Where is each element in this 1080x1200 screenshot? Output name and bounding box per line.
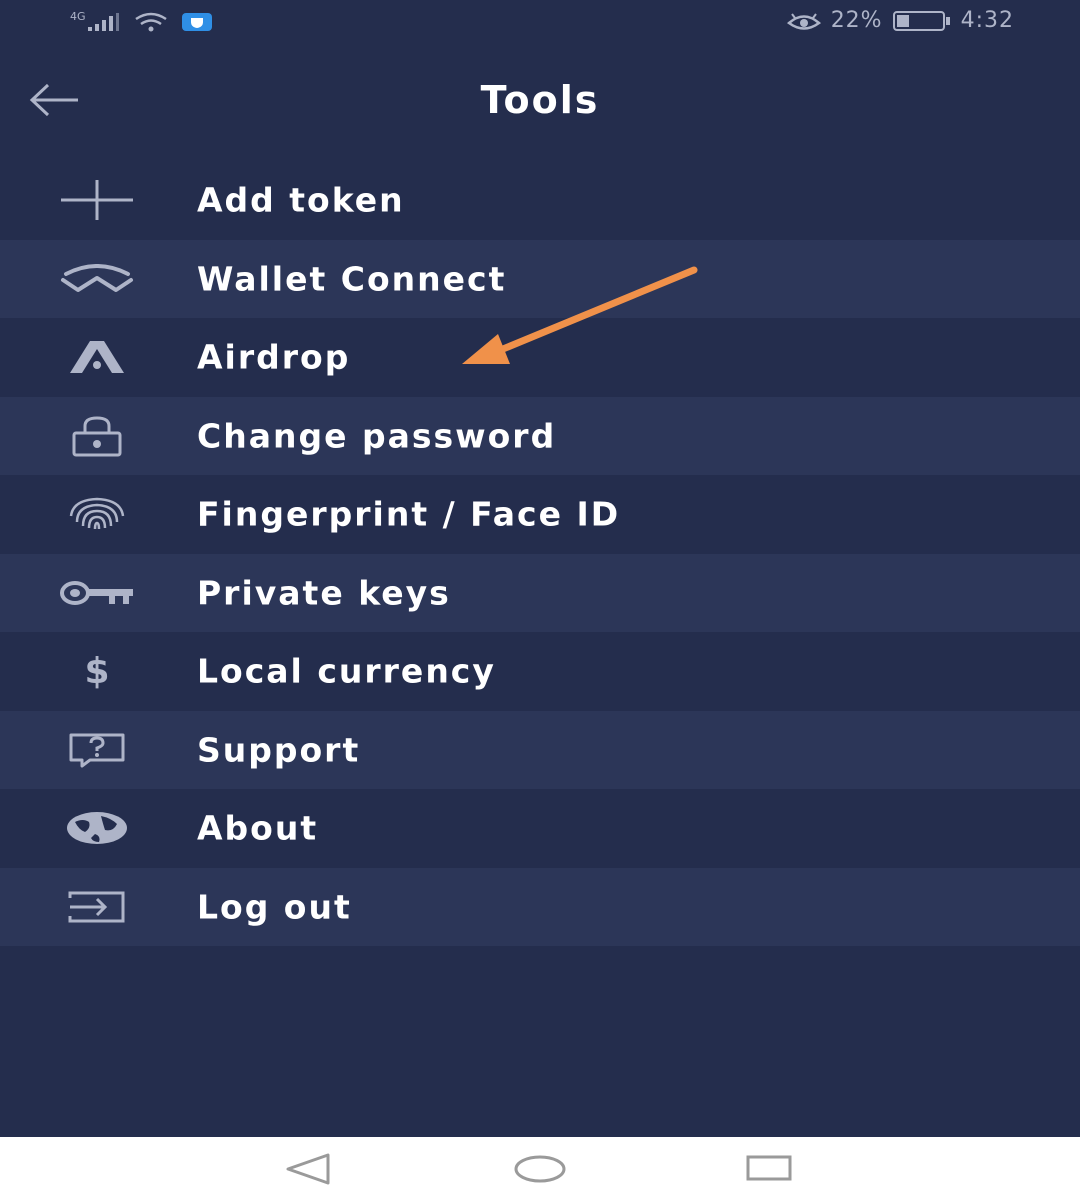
menu-item-wallet-connect[interactable]: Wallet Connect xyxy=(0,239,1080,318)
menu-item-label: Support xyxy=(197,730,361,770)
menu-item-support[interactable]: Support xyxy=(0,710,1080,789)
menu-item-label: Change password xyxy=(197,416,557,456)
menu-item-label: Local currency xyxy=(197,651,496,691)
globe-icon xyxy=(67,812,127,845)
nav-recents-button[interactable] xyxy=(740,1149,800,1189)
eye-comfort-icon xyxy=(786,12,821,30)
page-title: Tools xyxy=(480,78,600,122)
key-icon xyxy=(60,580,133,605)
top-app-bar: Tools xyxy=(0,60,1080,150)
triangle-back-icon xyxy=(286,1153,330,1185)
menu-item-local-currency[interactable]: $ Local currency xyxy=(0,632,1080,711)
circle-home-icon xyxy=(514,1155,566,1183)
tools-menu: Add token Wallet Connect Airdrop Change … xyxy=(0,161,1080,946)
signal-icon xyxy=(87,13,119,31)
menu-item-label: Fingerprint / Face ID xyxy=(197,494,621,534)
network-type: 4G xyxy=(70,9,86,23)
battery-percent: 22% xyxy=(830,8,883,33)
menu-item-label: Wallet Connect xyxy=(197,259,507,299)
wallet-connect-icon xyxy=(61,263,133,292)
wifi-icon xyxy=(134,12,167,32)
menu-item-airdrop[interactable]: Airdrop xyxy=(0,318,1080,397)
menu-item-about[interactable]: About xyxy=(0,789,1080,868)
menu-item-fingerprint[interactable]: Fingerprint / Face ID xyxy=(0,475,1080,554)
menu-item-label: Airdrop xyxy=(197,337,351,377)
system-nav-bar xyxy=(0,1137,1080,1200)
lock-icon xyxy=(72,416,122,457)
dollar-icon: $ xyxy=(84,650,110,692)
menu-item-label: About xyxy=(197,808,319,848)
status-bar: 4G 22% 4:32 xyxy=(0,0,1080,48)
menu-item-label: Log out xyxy=(197,887,352,927)
clock: 4:32 xyxy=(960,8,1014,33)
menu-item-label: Private keys xyxy=(197,573,451,613)
status-left: 4G xyxy=(70,9,212,32)
logout-icon xyxy=(68,891,125,923)
menu-item-label: Add token xyxy=(197,180,405,220)
battery-icon xyxy=(892,10,950,31)
menu-item-log-out[interactable]: Log out xyxy=(0,867,1080,946)
square-recents-icon xyxy=(746,1155,792,1181)
plus-icon xyxy=(61,180,133,221)
menu-item-private-keys[interactable]: Private keys xyxy=(0,553,1080,632)
airdrop-icon xyxy=(70,341,124,374)
app-notification-icon xyxy=(181,13,212,31)
question-icon xyxy=(69,733,125,768)
menu-item-change-password[interactable]: Change password xyxy=(0,396,1080,475)
status-right: 22% 4:32 xyxy=(786,8,1014,33)
nav-home-button[interactable] xyxy=(510,1149,570,1189)
nav-back-button[interactable] xyxy=(280,1149,340,1189)
fingerprint-icon xyxy=(69,497,125,530)
menu-item-add-token[interactable]: Add token xyxy=(0,161,1080,240)
